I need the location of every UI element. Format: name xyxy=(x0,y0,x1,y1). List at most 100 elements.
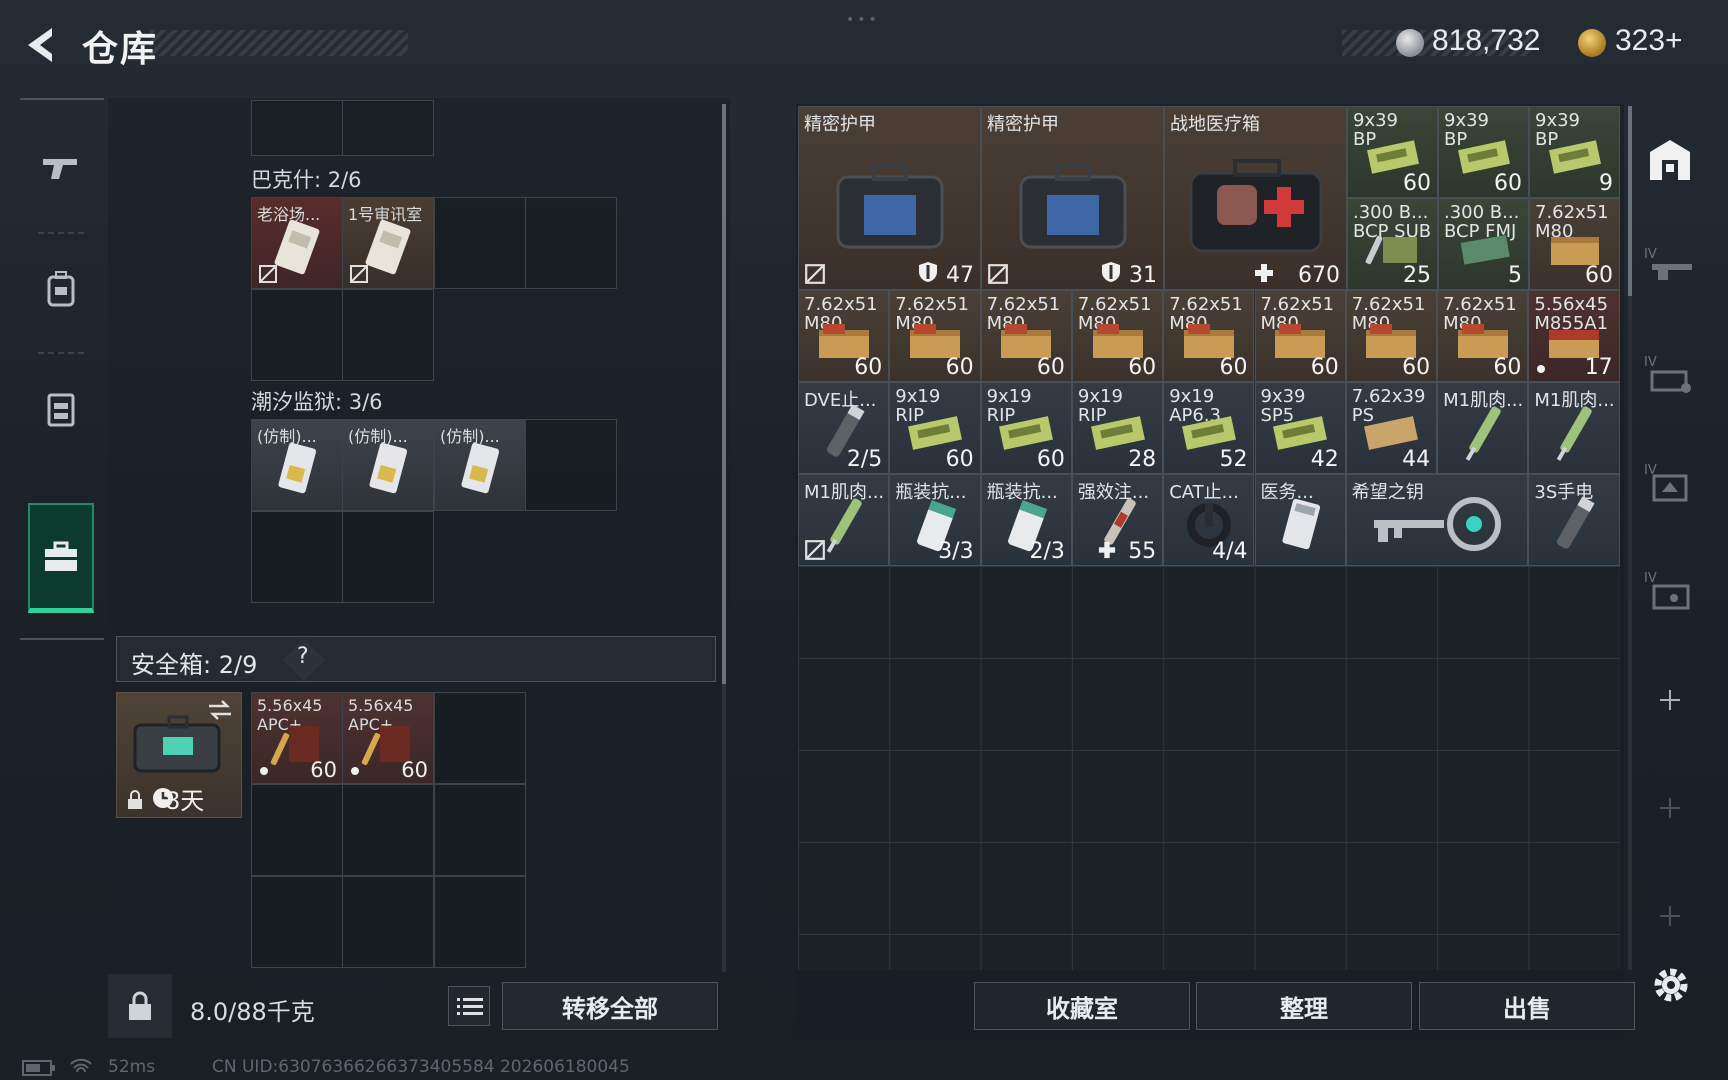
grid-slot[interactable] xyxy=(434,876,526,968)
item-name: 7.62x51 xyxy=(1351,294,1426,315)
armor-item[interactable]: 精密护甲 47 xyxy=(798,106,981,290)
ammo-item[interactable]: 5.56x45 M855A1 17 xyxy=(1528,290,1620,382)
svg-text:IV: IV xyxy=(1644,247,1657,262)
grid-slot[interactable] xyxy=(342,511,434,603)
hope-key-item[interactable]: 希望之钥 xyxy=(1345,474,1529,566)
warehouse-tab-5[interactable]: IV xyxy=(1640,560,1700,620)
warehouse-tab-4[interactable]: IV xyxy=(1640,452,1700,512)
item-count: 60 xyxy=(1494,171,1522,196)
key-card-item[interactable]: 老浴场... xyxy=(251,197,343,289)
currency-gold[interactable]: 323+ xyxy=(1615,24,1683,58)
item-count: 25 xyxy=(1403,263,1431,288)
grid-slot[interactable] xyxy=(342,100,434,156)
ammo-item[interactable]: 7.62x51M8060 xyxy=(1437,290,1529,382)
currency-silver: 818,732 xyxy=(1432,24,1541,57)
ammo-item[interactable]: 9x19 AP6.3 52 xyxy=(1163,382,1255,474)
armor-item[interactable]: 精密护甲 31 xyxy=(981,106,1164,290)
pill-bottle-item[interactable]: 瓶装抗... 3/3 xyxy=(889,474,981,566)
key-icon xyxy=(1374,496,1502,551)
secure-case-icon xyxy=(133,715,221,773)
grid-slot[interactable] xyxy=(251,876,343,968)
ammo-item[interactable]: 9x19 RIP 60 xyxy=(980,382,1072,474)
grid-slot[interactable] xyxy=(434,197,526,289)
ammo-item[interactable]: 9x19 RIP 28 xyxy=(1071,382,1164,474)
ammo-item[interactable]: 7.62x51 M80 60 xyxy=(1529,198,1620,290)
warehouse-tab-2[interactable]: IV xyxy=(1640,236,1700,296)
ammo-item[interactable]: 9x39 SP5 42 xyxy=(1254,382,1346,474)
rail-toolbox[interactable] xyxy=(28,503,94,613)
grid-slot[interactable] xyxy=(251,784,343,876)
injector-item[interactable]: M1肌肉... xyxy=(798,474,890,566)
swap-icon[interactable] xyxy=(207,699,233,721)
ammo-item[interactable]: 9x39 BP 60 xyxy=(1347,106,1438,198)
key-card-item[interactable]: (仿制)... xyxy=(251,419,343,511)
sell-button[interactable]: 出售 xyxy=(1419,982,1635,1030)
rail-backpack[interactable] xyxy=(28,234,94,344)
item-name: 9x19 xyxy=(1077,386,1123,407)
grid-slot[interactable] xyxy=(525,419,617,511)
ammo-item[interactable]: 7.62x51M8060 xyxy=(1345,290,1438,382)
item-count: 52 xyxy=(1219,447,1248,472)
add-tab-button[interactable] xyxy=(1640,670,1700,730)
item-name: 7.62x51 xyxy=(1443,294,1517,315)
safe-box-case[interactable]: 8天 xyxy=(116,692,242,818)
tourniquet-item[interactable]: CAT止... 4/4 xyxy=(1163,474,1255,566)
ammo-item[interactable]: .300 B... BCP FMJ 5 xyxy=(1438,198,1529,290)
transfer-all-button[interactable]: 转移全部 xyxy=(502,982,718,1030)
warehouse-scrollbar-thumb[interactable] xyxy=(1628,106,1632,296)
sort-button[interactable]: 整理 xyxy=(1196,982,1412,1030)
grid-slot[interactable] xyxy=(251,511,343,603)
flashlight-item[interactable]: DVE止... 2/5 xyxy=(798,382,890,474)
ammo-item[interactable]: 7.62x51M8060 xyxy=(889,290,981,382)
key-card-item[interactable]: (仿制)... xyxy=(434,419,526,511)
warehouse-icon xyxy=(1650,140,1690,180)
grid-slot[interactable] xyxy=(251,100,343,156)
key-card-item[interactable]: (仿制)... xyxy=(342,419,434,511)
grid-slot[interactable] xyxy=(342,289,434,381)
plus-icon xyxy=(1660,690,1680,710)
injector-item[interactable]: M1肌肉... xyxy=(1437,382,1529,474)
list-view-button[interactable] xyxy=(448,986,490,1026)
rail-vest[interactable] xyxy=(28,354,94,464)
durability: 31 xyxy=(1129,263,1157,288)
access-card-item[interactable]: 医务... xyxy=(1254,474,1346,566)
ammo-item[interactable]: 7.62x51M8060 xyxy=(798,290,890,382)
ammo-item[interactable]: 7.62x51M8060 xyxy=(1163,290,1255,382)
medkit-item[interactable]: 战地医疗箱 670 xyxy=(1164,106,1347,290)
stim-injector-item[interactable]: 强效注... 55 xyxy=(1071,474,1164,566)
pill-bottle-item[interactable]: 瓶装抗... 2/3 xyxy=(980,474,1072,566)
warehouse-tab-3[interactable]: IV xyxy=(1640,344,1700,404)
grid-slot[interactable] xyxy=(525,197,617,289)
warehouse-tab-main[interactable] xyxy=(1640,130,1700,190)
item-name: 9x39 xyxy=(1353,110,1399,131)
ammo-item[interactable]: 7.62x51M8060 xyxy=(1071,290,1164,382)
item-name: 7.62x51 xyxy=(1260,294,1335,315)
lock-toggle[interactable] xyxy=(108,974,172,1038)
ammo-item[interactable]: 9x39 BP 9 xyxy=(1529,106,1620,198)
grid-slot[interactable] xyxy=(434,784,526,876)
ammo-item[interactable]: 9x19 RIP 60 xyxy=(889,382,981,474)
grid-slot[interactable] xyxy=(434,692,526,784)
injector-item[interactable]: M1肌肉... xyxy=(1528,382,1620,474)
left-scrollbar-thumb[interactable] xyxy=(722,104,726,684)
grid-slot[interactable] xyxy=(251,289,343,381)
key-card-item[interactable]: 1号审讯室 xyxy=(342,197,434,289)
ammo-item[interactable]: 5.56x45 APC+ 60 xyxy=(342,692,434,784)
ammo-item[interactable]: 5.56x45 APC+ 60 xyxy=(251,692,343,784)
rail-weapons[interactable] xyxy=(28,112,94,222)
ammo-item[interactable]: 7.62x51M8060 xyxy=(1254,290,1346,382)
help-icon[interactable]: ? xyxy=(297,644,309,669)
grid-slot[interactable] xyxy=(342,784,434,876)
ammo-item[interactable]: .300 B... BCP SUB 25 xyxy=(1347,198,1438,290)
back-arrow-icon[interactable] xyxy=(18,22,64,68)
ammo-item[interactable]: 9x39 BP 60 xyxy=(1438,106,1529,198)
collection-room-button[interactable]: 收藏室 xyxy=(974,982,1190,1030)
ammo-item[interactable]: 7.62x39 PS 44 xyxy=(1345,382,1438,474)
add-tab-button-locked[interactable] xyxy=(1640,778,1700,838)
grid-slot[interactable] xyxy=(342,876,434,968)
flashlight-item[interactable]: 3S手电 xyxy=(1528,474,1620,566)
item-name: .300 B... xyxy=(1444,202,1520,223)
ammo-item[interactable]: 7.62x51M8060 xyxy=(980,290,1072,382)
add-tab-button-locked[interactable] xyxy=(1640,886,1700,946)
gear-icon[interactable] xyxy=(1648,962,1694,1008)
